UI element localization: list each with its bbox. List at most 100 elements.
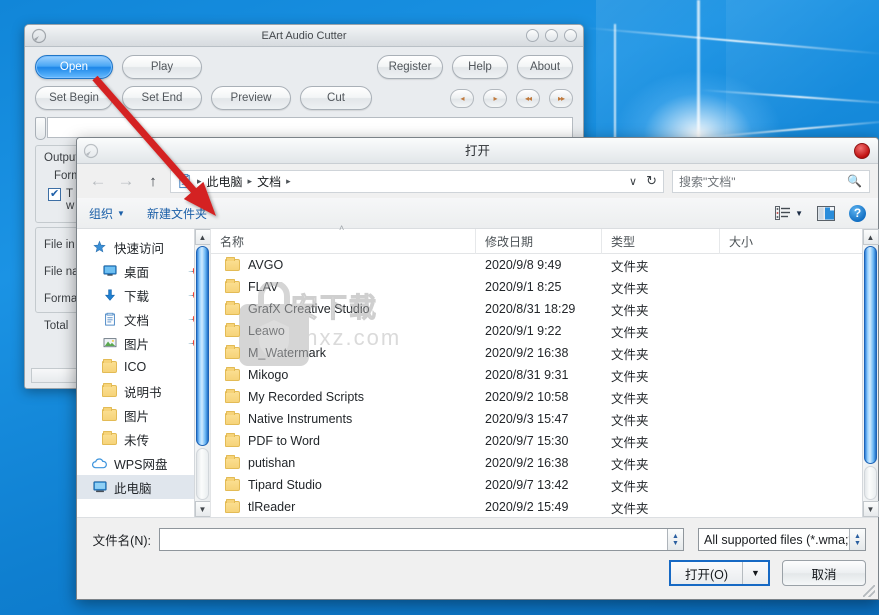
filetype-select[interactable]: All supported files (*.wma;*.r ▲ ▼ (698, 528, 866, 551)
breadcrumb-sep-2[interactable]: ▸ (286, 176, 291, 187)
register-button[interactable]: Register (377, 55, 443, 79)
table-row[interactable]: putishan 2020/9/2 16:38 文件夹 (211, 452, 878, 474)
scroll-down-icon[interactable]: ▼ (862, 501, 879, 517)
table-row[interactable]: Leawo 2020/9/1 9:22 文件夹 (211, 320, 878, 342)
sidebar-item-2[interactable]: 下载📌 (77, 283, 210, 307)
file-date: 2020/9/2 10:58 (485, 390, 569, 404)
help-button[interactable]: Help (452, 55, 508, 79)
scroll-up-icon[interactable]: ▲ (862, 229, 879, 245)
sidebar-item-label: 说明书 (124, 385, 162, 400)
about-button[interactable]: About (517, 55, 573, 79)
sidebar-item-3[interactable]: 文档📌 (77, 307, 210, 331)
table-row[interactable]: FLAV 2020/9/1 8:25 文件夹 (211, 276, 878, 298)
sidebar-item-5[interactable]: ICO (77, 355, 210, 379)
desktop-background: EArt Audio Cutter Open Play Register Hel… (0, 0, 879, 615)
step-back-icon[interactable]: ◂ (450, 88, 474, 108)
organize-menu[interactable]: 组织 ▼ (89, 205, 125, 222)
up-button[interactable]: ↑ (141, 169, 165, 193)
nav-scroll-track[interactable] (196, 448, 209, 500)
column-header-date[interactable]: 修改日期 (476, 228, 602, 254)
nav-scroll-thumb[interactable] (196, 246, 209, 446)
table-row[interactable]: GrafX Creative Studio 2020/8/31 18:29 文件夹 (211, 298, 878, 320)
sidebar-item-4[interactable]: 图片📌 (77, 331, 210, 355)
list-scroll-track[interactable] (864, 466, 877, 500)
breadcrumb-sep-0[interactable]: ▸ (197, 176, 202, 187)
table-row[interactable]: Mikogo 2020/8/31 9:31 文件夹 (211, 364, 878, 386)
table-row[interactable]: PDF to Word 2020/9/7 15:30 文件夹 (211, 430, 878, 452)
step-forward-icon[interactable]: ▸ (483, 88, 507, 108)
table-row[interactable]: M_Watermark 2020/9/2 16:38 文件夹 (211, 342, 878, 364)
slider-handle[interactable] (35, 117, 46, 140)
set-begin-button[interactable]: Set Begin (35, 86, 113, 110)
resize-grip[interactable] (863, 585, 875, 597)
scroll-down-icon[interactable]: ▼ (194, 501, 210, 517)
sidebar-item-8[interactable]: 未传 (77, 427, 210, 451)
filename-row: 文件名(N): ▲ ▼ All supported files (*.wma;*.… (77, 518, 878, 551)
list-scroll-thumb[interactable] (864, 246, 877, 464)
app-close-button[interactable] (564, 29, 577, 42)
filetype-dropdown-icon[interactable]: ▲ ▼ (849, 529, 865, 550)
fast-forward-icon[interactable]: ▸▸ (549, 88, 573, 108)
forward-button[interactable]: → (113, 169, 139, 193)
sidebar-item-6[interactable]: 说明书 (77, 379, 210, 403)
dialog-navigation-bar: ← → ↑ ▸ 此电脑 ▸ 文档 ▸ ∨ ↻ 搜索"文档" 🔍 (77, 164, 878, 198)
sidebar-item-0[interactable]: 快速访问 (77, 235, 210, 259)
column-header-name[interactable]: 名称 ˄ (211, 223, 476, 254)
cancel-button[interactable]: 取消 (782, 560, 866, 586)
documents-icon (179, 173, 190, 188)
table-row[interactable]: AVGO 2020/9/8 9:49 文件夹 (211, 254, 878, 276)
sidebar-item-7[interactable]: 图片 (77, 403, 210, 427)
table-row[interactable]: Tipard Studio 2020/9/7 13:42 文件夹 (211, 474, 878, 496)
play-button[interactable]: Play (122, 55, 202, 79)
filename-dropdown-icon[interactable]: ▲ ▼ (667, 529, 683, 550)
app-maximize-button[interactable] (545, 29, 558, 42)
file-date: 2020/9/7 15:30 (485, 434, 569, 448)
preview-button[interactable]: Preview (211, 86, 291, 110)
table-row[interactable]: Native Instruments 2020/9/3 15:47 文件夹 (211, 408, 878, 430)
table-row[interactable]: My Recorded Scripts 2020/9/2 10:58 文件夹 (211, 386, 878, 408)
file-type: 文件夹 (611, 479, 649, 494)
new-folder-button[interactable]: 新建文件夹 (147, 205, 207, 222)
close-icon[interactable] (854, 143, 870, 159)
slider-track[interactable] (47, 117, 573, 138)
open-dropdown-icon[interactable]: ▼ (742, 562, 768, 584)
set-end-button[interactable]: Set End (122, 86, 202, 110)
this-pc-icon (91, 479, 108, 495)
dialog-logo-icon (83, 143, 99, 159)
file-name: FLAV (248, 280, 279, 294)
nav-pane-scrollbar[interactable]: ▲ ▼ (194, 229, 210, 517)
search-input[interactable]: 搜索"文档" 🔍 (672, 169, 870, 193)
refresh-icon[interactable]: ↻ (646, 173, 657, 189)
folder-icon (101, 407, 118, 423)
file-name: Mikogo (248, 368, 289, 382)
help-icon[interactable]: ? (849, 204, 866, 222)
open-button[interactable]: Open (35, 55, 113, 79)
breadcrumb-item-documents[interactable]: 文档 (257, 173, 281, 190)
breadcrumb[interactable]: ▸ 此电脑 ▸ 文档 ▸ ∨ ↻ (170, 169, 664, 193)
breadcrumb-item-this-pc[interactable]: 此电脑 (207, 173, 243, 190)
breadcrumb-sep-1[interactable]: ▸ (248, 176, 253, 187)
preview-pane-icon[interactable] (817, 205, 835, 221)
rewind-icon[interactable]: ◂◂ (516, 88, 540, 108)
table-row[interactable]: tlReader 2020/9/2 15:49 文件夹 (211, 496, 878, 517)
output-checkbox[interactable] (48, 187, 61, 201)
app-button-row-2: Set Begin Set End Preview Cut ◂ ▸ ◂◂ ▸▸ (35, 86, 573, 110)
search-icon[interactable]: 🔍 (847, 174, 862, 188)
back-button[interactable]: ← (85, 169, 111, 193)
view-options-button[interactable]: ▼ (775, 206, 803, 220)
cut-button[interactable]: Cut (300, 86, 372, 110)
sidebar-item-9[interactable]: WPS网盘 (77, 451, 210, 475)
column-header-size[interactable]: 大小 (720, 229, 820, 254)
breadcrumb-history-dropdown-icon[interactable]: ∨ (629, 175, 637, 188)
sidebar-item-1[interactable]: 桌面📌 (77, 259, 210, 283)
scroll-up-icon[interactable]: ▲ (194, 229, 210, 245)
open-button[interactable]: 打开(O) ▼ (668, 560, 770, 586)
app-button-row-1: Open Play Register Help About (35, 55, 573, 79)
filename-input[interactable]: ▲ ▼ (159, 528, 684, 551)
app-minimize-button[interactable] (526, 29, 539, 42)
folder-icon (225, 499, 240, 513)
app-titlebar: EArt Audio Cutter (25, 25, 583, 47)
column-header-type[interactable]: 类型 (602, 228, 720, 254)
file-list-scrollbar[interactable]: ▲ ▼ (862, 229, 879, 517)
sidebar-item-10[interactable]: 此电脑 (77, 475, 210, 499)
